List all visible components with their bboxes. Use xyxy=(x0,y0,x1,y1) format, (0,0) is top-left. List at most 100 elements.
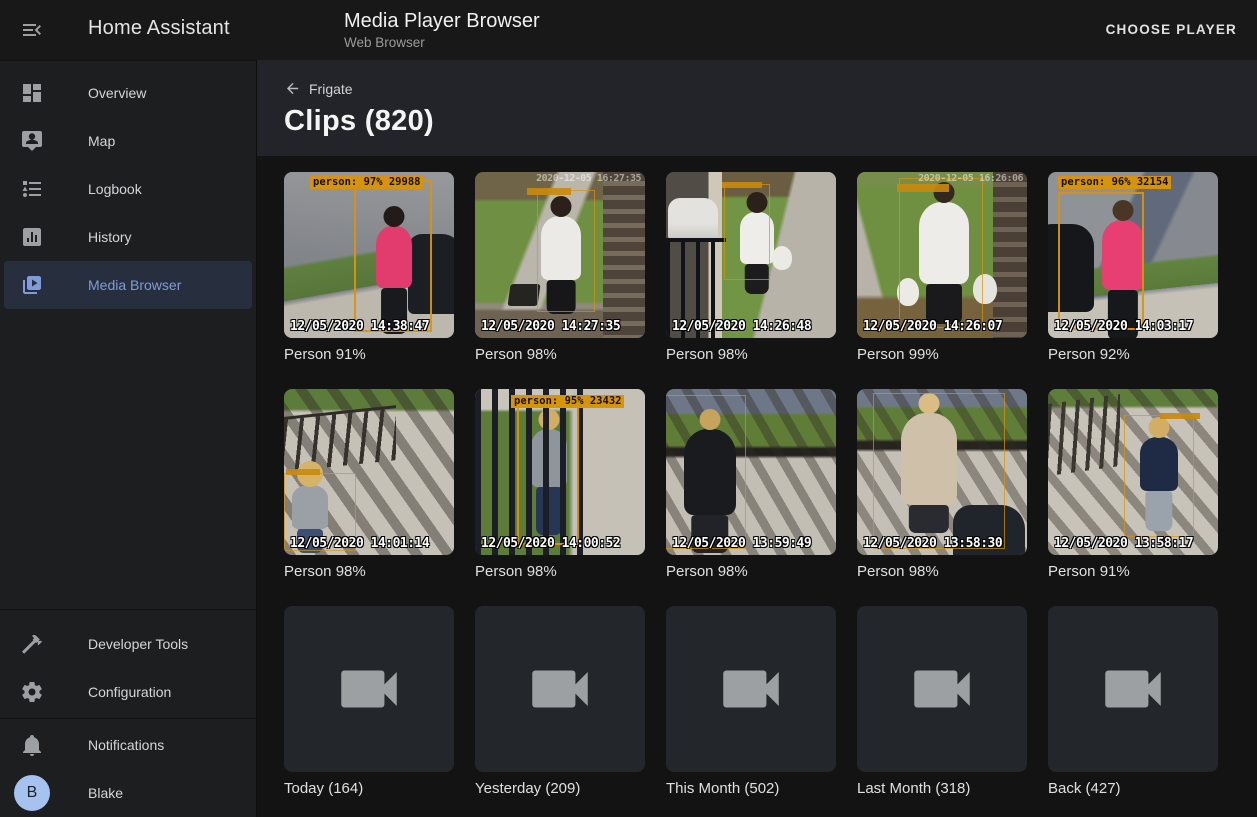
sidebar-item-map[interactable]: Map xyxy=(4,117,252,165)
clip-thumbnail[interactable]: 2020-12-05 16:27:35 12/05/2020 14:27:35 xyxy=(475,172,645,338)
sidebar-item-developer-tools[interactable]: Developer Tools xyxy=(4,620,252,668)
timestamp-overlay: 12/05/2020 13:58:30 xyxy=(863,536,1002,551)
clip-thumbnail[interactable]: 12/05/2020 13:58:30 xyxy=(857,389,1027,555)
sidebar-spacer xyxy=(0,309,256,607)
detection-label-small xyxy=(286,469,320,475)
format-list-bulleted-icon xyxy=(20,177,44,201)
folder-card-today[interactable]: Today (164) xyxy=(284,606,454,797)
panel-title: Media Player Browser xyxy=(344,9,540,33)
clip-thumbnail[interactable]: 12/05/2020 14:26:48 xyxy=(666,172,836,338)
hammer-icon xyxy=(20,632,44,656)
video-camera-icon xyxy=(714,652,788,726)
sidebar-item-label: Configuration xyxy=(88,684,171,700)
clip-thumbnail[interactable]: person: 95% 23432 12/05/2020 14:00:52 xyxy=(475,389,645,555)
folder-thumbnail[interactable] xyxy=(1048,606,1218,772)
folder-card-this-month[interactable]: This Month (502) xyxy=(666,606,836,797)
detection-bounding-box xyxy=(1124,415,1194,537)
home-assistant-window: Home Assistant Media Player Browser Web … xyxy=(0,0,1257,817)
timestamp-overlay: 12/05/2020 14:26:07 xyxy=(863,319,1002,334)
media-grid: person: 97% 29988 12/05/2020 14:38:47 Pe… xyxy=(257,156,1257,817)
clip-thumbnail[interactable]: person: 96% 32154 12/05/2020 14:03:17 xyxy=(1048,172,1218,338)
stair-railing-shape xyxy=(1048,394,1120,476)
choose-player-button[interactable]: CHOOSE PLAYER xyxy=(1098,18,1245,42)
clip-thumbnail[interactable]: 2020-12-05 16:26:06 12/05/2020 14:26:07 xyxy=(857,172,1027,338)
timestamp-overlay: 12/05/2020 14:38:47 xyxy=(290,319,429,334)
clip-label: Person 98% xyxy=(666,563,836,580)
timestamp-overlay: 12/05/2020 14:00:52 xyxy=(481,536,620,551)
clip-label: Person 91% xyxy=(284,346,454,363)
video-camera-icon xyxy=(1096,652,1170,726)
detection-bounding-box xyxy=(354,180,432,332)
panel-subtitle: Web Browser xyxy=(344,34,540,51)
detection-bounding-box xyxy=(873,393,1005,549)
sidebar-item-overview[interactable]: Overview xyxy=(4,69,252,117)
folder-thumbnail[interactable] xyxy=(284,606,454,772)
sidebar-item-label: Logbook xyxy=(88,181,142,197)
clip-thumbnail[interactable]: 12/05/2020 14:01:14 xyxy=(284,389,454,555)
clip-card[interactable]: person: 96% 32154 12/05/2020 14:03:17 Pe… xyxy=(1048,172,1218,363)
detection-label-small xyxy=(1160,413,1200,419)
sidebar-item-media-browser[interactable]: Media Browser xyxy=(4,261,252,309)
clip-card[interactable]: 2020-12-05 16:26:06 12/05/2020 14:26:07 … xyxy=(857,172,1027,363)
porch-railing-shape xyxy=(993,172,1027,338)
page-title: Clips (820) xyxy=(284,105,1257,138)
clip-card[interactable]: 12/05/2020 13:59:49 Person 98% xyxy=(666,389,836,580)
folder-thumbnail[interactable] xyxy=(475,606,645,772)
clip-thumbnail[interactable]: 12/05/2020 13:58:17 xyxy=(1048,389,1218,555)
detection-bounding-box xyxy=(899,178,983,328)
timestamp-overlay: 12/05/2020 14:27:35 xyxy=(481,319,620,334)
folder-label: Yesterday (209) xyxy=(475,780,645,797)
detection-bounding-box xyxy=(537,190,595,312)
clip-card[interactable]: person: 97% 29988 12/05/2020 14:38:47 Pe… xyxy=(284,172,454,363)
media-browser-panel: Frigate Clips (820) person: 97% 29988 12… xyxy=(257,60,1257,817)
clip-card[interactable]: 2020-12-05 16:27:35 12/05/2020 14:27:35 … xyxy=(475,172,645,363)
bell-icon xyxy=(20,733,44,757)
sidebar-item-profile[interactable]: B Blake xyxy=(4,769,252,817)
breadcrumb-label: Frigate xyxy=(309,81,353,97)
clip-label: Person 92% xyxy=(1048,346,1218,363)
detection-bounding-box xyxy=(517,403,579,545)
clip-card[interactable]: 12/05/2020 13:58:17 Person 91% xyxy=(1048,389,1218,580)
folder-label: Last Month (318) xyxy=(857,780,1027,797)
panel-title-block: Media Player Browser Web Browser xyxy=(344,9,540,51)
detection-label-small xyxy=(722,182,762,188)
clip-card[interactable]: 12/05/2020 13:58:30 Person 98% xyxy=(857,389,1027,580)
folder-label: Today (164) xyxy=(284,780,454,797)
clip-label: Person 91% xyxy=(1048,563,1218,580)
clip-card[interactable]: 12/05/2020 14:01:14 Person 98% xyxy=(284,389,454,580)
sidebar-item-configuration[interactable]: Configuration xyxy=(4,668,252,716)
sidebar-item-notifications[interactable]: Notifications xyxy=(4,721,252,769)
sidebar-nav: Overview Map Logbook History Media Brows… xyxy=(0,61,256,309)
menu-open-icon[interactable] xyxy=(20,18,44,42)
clip-card[interactable]: person: 95% 23432 12/05/2020 14:00:52 Pe… xyxy=(475,389,645,580)
timestamp-overlay: 12/05/2020 13:59:49 xyxy=(672,536,811,551)
porch-railing-shape xyxy=(603,172,645,338)
video-camera-icon xyxy=(905,652,979,726)
avatar: B xyxy=(14,775,50,811)
gear-icon xyxy=(20,680,44,704)
folder-thumbnail[interactable] xyxy=(857,606,1027,772)
view-dashboard-icon xyxy=(20,81,44,105)
folder-label: Back (427) xyxy=(1048,780,1218,797)
sidebar-content-divider xyxy=(256,60,257,817)
sidebar-item-history[interactable]: History xyxy=(4,213,252,261)
clip-thumbnail[interactable]: 12/05/2020 13:59:49 xyxy=(666,389,836,555)
folder-thumbnail[interactable] xyxy=(666,606,836,772)
folder-label: This Month (502) xyxy=(666,780,836,797)
folder-card-yesterday[interactable]: Yesterday (209) xyxy=(475,606,645,797)
folder-card-back[interactable]: Back (427) xyxy=(1048,606,1218,797)
sidebar-item-label: Notifications xyxy=(88,737,164,753)
clip-thumbnail[interactable]: person: 97% 29988 12/05/2020 14:38:47 xyxy=(284,172,454,338)
detection-label-small xyxy=(527,188,571,195)
video-camera-icon xyxy=(523,652,597,726)
detection-label: person: 97% 29988 xyxy=(310,176,423,189)
sidebar-item-logbook[interactable]: Logbook xyxy=(4,165,252,213)
clip-label: Person 99% xyxy=(857,346,1027,363)
arrow-left-icon xyxy=(284,80,301,97)
folder-card-last-month[interactable]: Last Month (318) xyxy=(857,606,1027,797)
detection-label: person: 96% 32154 xyxy=(1058,176,1171,189)
breadcrumb[interactable]: Frigate xyxy=(284,80,353,97)
camera-osd-timestamp: 2020-12-05 16:27:35 xyxy=(536,173,641,184)
clip-card[interactable]: 12/05/2020 14:26:48 Person 98% xyxy=(666,172,836,363)
chart-box-icon xyxy=(20,225,44,249)
